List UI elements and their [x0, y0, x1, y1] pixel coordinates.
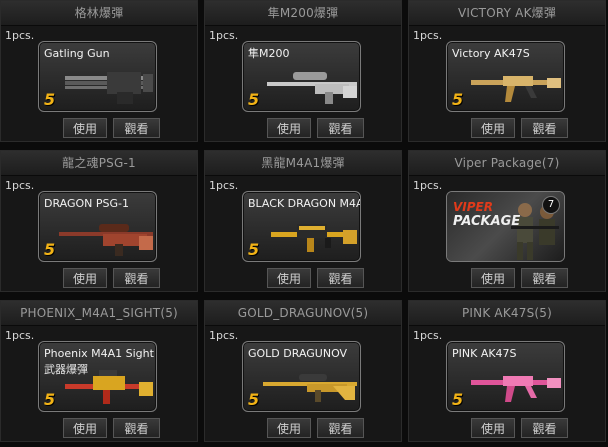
grade-badge: 5 [452, 390, 464, 409]
view-button[interactable]: 觀看 [521, 118, 568, 138]
sniper-rifle-icon [263, 374, 357, 402]
view-button[interactable]: 觀看 [317, 118, 364, 138]
view-button[interactable]: 觀看 [113, 118, 160, 138]
item-header: VICTORY AK爆彈 [409, 1, 605, 26]
item-cell-m200: 隼M200爆彈 1pcs. 隼M200 5 使用 觀看 [204, 0, 402, 142]
item-header: Viper Package(7) [409, 151, 605, 176]
item-name: BLACK DRAGON M4A1 [248, 197, 361, 210]
item-header: 黑龍M4A1爆彈 [205, 151, 401, 176]
grade-badge: 5 [248, 240, 260, 259]
item-header: GOLD_DRAGUNOV(5) [205, 301, 401, 326]
package-title: PACKAGE [453, 214, 521, 229]
item-card[interactable]: 隼M200 5 [242, 41, 361, 112]
item-quantity: 1pcs. [5, 329, 35, 342]
view-button[interactable]: 觀看 [317, 268, 364, 288]
assault-rifle-icon [65, 370, 153, 404]
item-cell-dragon-psg1: 龍之魂PSG-1 1pcs. DRAGON PSG-1 5 使用 觀看 [0, 150, 198, 292]
sniper-rifle-icon [59, 224, 153, 256]
use-button[interactable]: 使用 [471, 268, 515, 288]
item-card[interactable]: VIPER PACKAGE 7 [446, 191, 565, 262]
grade-badge: 5 [248, 90, 260, 109]
item-quantity: 1pcs. [209, 329, 239, 342]
item-quantity: 1pcs. [209, 29, 239, 42]
item-card[interactable]: PINK AK47S 5 [446, 341, 565, 412]
grade-badge: 5 [248, 390, 260, 409]
package-count-badge: 7 [542, 196, 560, 214]
use-button[interactable]: 使用 [63, 268, 107, 288]
item-quantity: 1pcs. [413, 29, 443, 42]
item-name: DRAGON PSG-1 [44, 197, 130, 210]
use-button[interactable]: 使用 [63, 418, 107, 438]
item-name: PINK AK47S [452, 347, 517, 360]
grade-badge: 5 [44, 90, 56, 109]
item-grid: 格林爆彈 1pcs. Gatling Gun 5 使用 觀看 隼M200爆彈 1… [0, 0, 608, 447]
item-header: 龍之魂PSG-1 [1, 151, 197, 176]
item-cell-black-dragon-m4a1: 黑龍M4A1爆彈 1pcs. BLACK DRAGON M4A1 5 使用 觀看 [204, 150, 402, 292]
item-card[interactable]: Phoenix M4A1 Sight 武器爆彈 5 [38, 341, 157, 412]
item-header: 格林爆彈 [1, 1, 197, 26]
item-name: Phoenix M4A1 Sight [44, 347, 154, 360]
viper-title: VIPER [453, 200, 493, 214]
view-button[interactable]: 觀看 [113, 268, 160, 288]
item-name: Gatling Gun [44, 47, 110, 60]
use-button[interactable]: 使用 [63, 118, 107, 138]
item-quantity: 1pcs. [413, 329, 443, 342]
use-button[interactable]: 使用 [267, 268, 311, 288]
grade-badge: 5 [44, 390, 56, 409]
item-cell-pink-ak47s: PINK AK47S(5) 1pcs. PINK AK47S 5 使用 觀看 [408, 300, 606, 442]
view-button[interactable]: 觀看 [113, 418, 160, 438]
item-quantity: 1pcs. [413, 179, 443, 192]
item-cell-phoenix-m4a1: PHOENIX_M4A1_SIGHT(5) 1pcs. Phoenix M4A1… [0, 300, 198, 442]
item-cell-victory-ak: VICTORY AK爆彈 1pcs. Victory AK47S 5 使用 觀看 [408, 0, 606, 142]
item-card[interactable]: Gatling Gun 5 [38, 41, 157, 112]
view-button[interactable]: 觀看 [521, 418, 568, 438]
use-button[interactable]: 使用 [267, 418, 311, 438]
item-quantity: 1pcs. [5, 29, 35, 42]
use-button[interactable]: 使用 [471, 418, 515, 438]
item-quantity: 1pcs. [5, 179, 35, 192]
sniper-rifle-icon [267, 72, 357, 104]
item-cell-gold-dragunov: GOLD_DRAGUNOV(5) 1pcs. GOLD DRAGUNOV 5 使… [204, 300, 402, 442]
item-card[interactable]: GOLD DRAGUNOV 5 [242, 341, 361, 412]
item-quantity: 1pcs. [209, 179, 239, 192]
item-name: GOLD DRAGUNOV [248, 347, 348, 360]
use-button[interactable]: 使用 [267, 118, 311, 138]
item-card[interactable]: BLACK DRAGON M4A1 5 [242, 191, 361, 262]
gatling-gun-icon [65, 72, 153, 104]
item-name: 隼M200 [248, 47, 290, 60]
item-card[interactable]: Victory AK47S 5 [446, 41, 565, 112]
item-card[interactable]: DRAGON PSG-1 5 [38, 191, 157, 262]
item-header: 隼M200爆彈 [205, 1, 401, 26]
item-cell-viper-package: Viper Package(7) 1pcs. VIPER PACKAGE 7 使… [408, 150, 606, 292]
item-header: PINK AK47S(5) [409, 301, 605, 326]
use-button[interactable]: 使用 [471, 118, 515, 138]
assault-rifle-icon [271, 224, 357, 252]
view-button[interactable]: 觀看 [317, 418, 364, 438]
grade-badge: 5 [44, 240, 56, 259]
item-header: PHOENIX_M4A1_SIGHT(5) [1, 301, 197, 326]
view-button[interactable]: 觀看 [521, 268, 568, 288]
ak-rifle-icon [471, 76, 561, 102]
ak-rifle-icon [471, 376, 561, 402]
grade-badge: 5 [452, 90, 464, 109]
item-name: Victory AK47S [452, 47, 530, 60]
item-cell-gatling: 格林爆彈 1pcs. Gatling Gun 5 使用 觀看 [0, 0, 198, 142]
